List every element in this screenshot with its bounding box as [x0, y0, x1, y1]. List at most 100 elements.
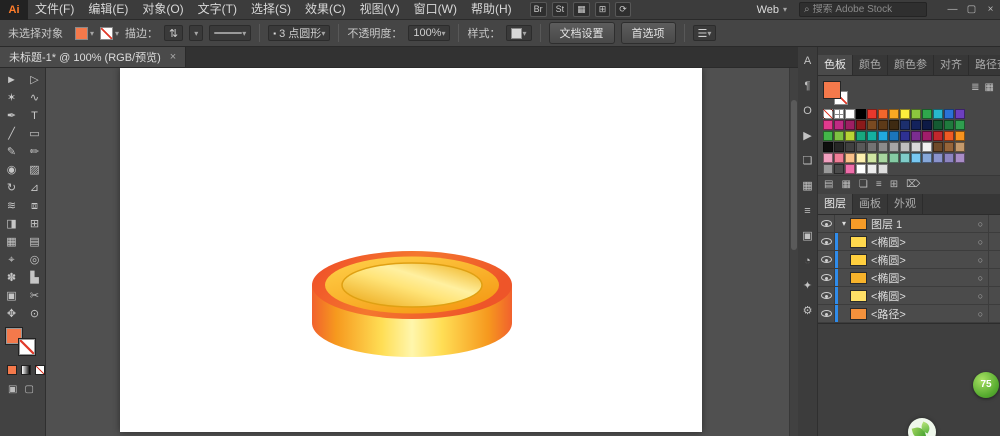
stock-search[interactable]: ⌕: [799, 2, 927, 17]
pencil-tool[interactable]: ✏: [23, 143, 46, 161]
swatch-66[interactable]: [834, 164, 844, 174]
swatch-25[interactable]: [955, 120, 965, 130]
tab-align[interactable]: 对齐: [934, 55, 969, 75]
swatch-60[interactable]: [911, 153, 921, 163]
swatch-6[interactable]: [889, 109, 899, 119]
links-panel-icon[interactable]: ✦: [800, 279, 816, 294]
menu-item-4[interactable]: 选择(S): [244, 0, 298, 19]
coin-artwork[interactable]: [292, 223, 532, 363]
stock-icon[interactable]: St: [552, 2, 569, 17]
color-group-icon[interactable]: ❏: [859, 176, 868, 194]
scrollbar-thumb[interactable]: [791, 100, 797, 250]
swatch-62[interactable]: [933, 153, 943, 163]
swatch-46[interactable]: [900, 142, 910, 152]
width-tool[interactable]: ≋: [0, 197, 23, 215]
target-circle-icon[interactable]: ○: [973, 273, 988, 283]
paragraph-panel-icon[interactable]: ¶: [800, 79, 816, 94]
menu-item-8[interactable]: 帮助(H): [464, 0, 519, 19]
swatch-49[interactable]: [933, 142, 943, 152]
new-swatch-icon[interactable]: ⊞: [890, 176, 898, 194]
line-segment-tool[interactable]: ╱: [0, 125, 23, 143]
libraries-icon[interactable]: ▤: [824, 176, 833, 194]
sync-icon[interactable]: ⟳: [615, 2, 631, 17]
graphic-styles-panel-icon[interactable]: ◔: [800, 254, 816, 269]
transform-panel-icon[interactable]: ▦: [800, 179, 816, 194]
swatch-8[interactable]: [911, 109, 921, 119]
layer-name[interactable]: <路径>: [871, 306, 973, 322]
direct-selection-tool[interactable]: ▷: [23, 71, 46, 89]
perspective-grid-tool[interactable]: ⊞: [23, 215, 46, 233]
tab-layers[interactable]: 图层: [818, 194, 853, 214]
swatch-2[interactable]: [845, 109, 855, 119]
restore-button[interactable]: ▢: [962, 0, 981, 20]
illustrator-logo-icon[interactable]: Ai: [0, 0, 28, 20]
swatch-11[interactable]: [944, 109, 954, 119]
hand-tool[interactable]: ✥: [0, 305, 23, 323]
close-tab-icon[interactable]: ×: [170, 51, 176, 63]
layer-name[interactable]: <椭圆>: [871, 288, 973, 304]
swatch-15[interactable]: [845, 120, 855, 130]
swatch-32[interactable]: [889, 131, 899, 141]
swatch-0[interactable]: [823, 109, 833, 119]
target-circle-icon[interactable]: ○: [973, 309, 988, 319]
workspace-switcher[interactable]: Web ▾: [757, 4, 787, 16]
safety-score-badge[interactable]: 75: [973, 372, 999, 398]
swatch-63[interactable]: [944, 153, 954, 163]
swatch-35[interactable]: [922, 131, 932, 141]
tab-pathfinder[interactable]: 路径查: [969, 55, 1000, 75]
swatch-70[interactable]: [878, 164, 888, 174]
gear-icon[interactable]: ⚙: [800, 304, 816, 319]
tab-color-guide[interactable]: 颜色参: [888, 55, 934, 75]
swatch-1[interactable]: [834, 109, 844, 119]
selection-tool[interactable]: ►: [0, 71, 23, 89]
layer-row-ellipse-3[interactable]: <椭圆> ○: [818, 269, 1000, 287]
swatch-33[interactable]: [900, 131, 910, 141]
swatch-22[interactable]: [922, 120, 932, 130]
paintbrush-tool[interactable]: ✎: [0, 143, 23, 161]
vertical-scrollbar[interactable]: [789, 68, 798, 436]
swatch-39[interactable]: [823, 142, 833, 152]
swatch-41[interactable]: [845, 142, 855, 152]
swatch-56[interactable]: [867, 153, 877, 163]
gradient-mode-icon[interactable]: [21, 365, 31, 375]
preferences-button[interactable]: 首选项: [621, 22, 676, 44]
visibility-toggle[interactable]: [818, 305, 835, 322]
artboards-panel-icon[interactable]: ❏: [800, 154, 816, 169]
bridge-icon[interactable]: Br: [530, 2, 547, 17]
fill-color-well[interactable]: ▾: [75, 27, 94, 40]
swatch-45[interactable]: [889, 142, 899, 152]
none-mode-icon[interactable]: [35, 365, 45, 375]
swatch-30[interactable]: [867, 131, 877, 141]
swatch-4[interactable]: [867, 109, 877, 119]
swatch-36[interactable]: [933, 131, 943, 141]
layer-thumbnail[interactable]: [850, 254, 867, 266]
layer-row-ellipse-4[interactable]: <椭圆> ○: [818, 287, 1000, 305]
swatch-55[interactable]: [856, 153, 866, 163]
align-panel-icon[interactable]: ≡: [800, 204, 816, 219]
swatch-67[interactable]: [845, 164, 855, 174]
swatch-48[interactable]: [922, 142, 932, 152]
swatch-47[interactable]: [911, 142, 921, 152]
swatch-23[interactable]: [933, 120, 943, 130]
opentype-panel-icon[interactable]: O: [800, 104, 816, 119]
delete-swatch-icon[interactable]: ⌦: [906, 176, 920, 194]
swatch-19[interactable]: [889, 120, 899, 130]
stroke-color-swatch[interactable]: [19, 339, 35, 355]
visibility-toggle[interactable]: [818, 251, 835, 268]
target-circle-icon[interactable]: ○: [973, 255, 988, 265]
menu-item-7[interactable]: 窗口(W): [407, 0, 464, 19]
swatch-50[interactable]: [944, 142, 954, 152]
grid-view-icon[interactable]: ▦: [985, 82, 994, 93]
variable-width-dropdown[interactable]: ▾: [209, 25, 251, 41]
swatch-44[interactable]: [878, 142, 888, 152]
document-tab[interactable]: 未标题-1* @ 100% (RGB/预览) ×: [0, 47, 186, 67]
target-circle-icon[interactable]: ○: [973, 291, 988, 301]
workspace-switch-icon[interactable]: ⊞: [595, 2, 611, 17]
current-fill-swatch[interactable]: [823, 81, 841, 99]
target-circle-icon[interactable]: ○: [973, 237, 988, 247]
character-panel-icon[interactable]: A: [800, 54, 816, 69]
slice-tool[interactable]: ✂: [23, 287, 46, 305]
tab-appearance[interactable]: 外观: [888, 194, 923, 214]
swatch-24[interactable]: [944, 120, 954, 130]
symbol-sprayer-tool[interactable]: ✽: [0, 269, 23, 287]
